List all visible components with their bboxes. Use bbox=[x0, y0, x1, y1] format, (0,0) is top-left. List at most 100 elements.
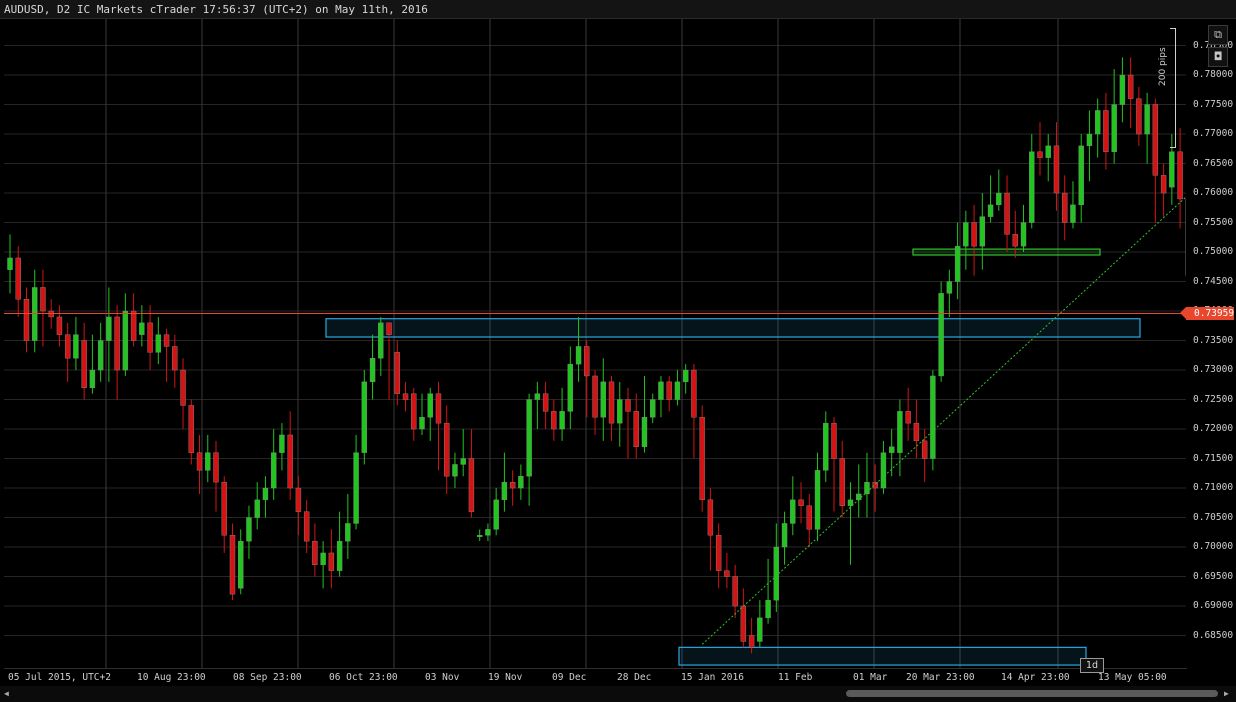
price-tick-label: 0.76500 bbox=[1193, 157, 1234, 169]
candle-body bbox=[831, 422, 837, 459]
bull-candle bbox=[122, 293, 129, 376]
candle-body bbox=[542, 393, 549, 412]
candle-body bbox=[7, 257, 13, 270]
bull-candle bbox=[526, 393, 532, 506]
bear-candle bbox=[15, 246, 21, 317]
bull-candle bbox=[979, 193, 986, 270]
camera-icon[interactable]: ◘ bbox=[1208, 47, 1228, 67]
price-chart[interactable] bbox=[4, 19, 1186, 668]
bull-candle bbox=[7, 234, 13, 294]
candle-body bbox=[1177, 151, 1183, 200]
bull-candle bbox=[501, 452, 508, 512]
candle-body bbox=[798, 499, 804, 506]
price-tick-label: 0.73500 bbox=[1193, 334, 1234, 346]
bull-candle bbox=[361, 370, 368, 465]
bull-candle bbox=[279, 423, 285, 471]
bear-candle bbox=[303, 499, 310, 553]
timeframe-badge[interactable]: 1d bbox=[1080, 658, 1104, 673]
candle-body bbox=[188, 405, 194, 453]
candle-body bbox=[213, 452, 219, 483]
candle-body bbox=[444, 422, 450, 477]
price-tick-label: 0.71500 bbox=[1193, 452, 1234, 464]
candle-body bbox=[674, 381, 681, 400]
time-tick-label: 09 Dec bbox=[552, 672, 587, 683]
time-tick-label: 05 Jul 2015, UTC+2 bbox=[8, 672, 111, 683]
time-tick-label: 10 Aug 23:00 bbox=[137, 672, 206, 683]
bull-candle bbox=[567, 346, 574, 430]
candle-body bbox=[1094, 110, 1101, 135]
bear-candle bbox=[608, 375, 615, 441]
bear-candle bbox=[172, 334, 178, 388]
candle-body bbox=[1053, 145, 1060, 194]
bear-candle bbox=[147, 305, 153, 371]
time-tick-label: 08 Sep 23:00 bbox=[233, 672, 302, 683]
candle-body bbox=[757, 617, 763, 642]
candle-body bbox=[1127, 74, 1134, 99]
candle-body bbox=[361, 381, 368, 453]
scroll-left-icon[interactable]: ◀ bbox=[4, 689, 9, 698]
bull-candle bbox=[641, 375, 648, 453]
candle-body bbox=[633, 411, 639, 447]
candle-body bbox=[930, 375, 936, 459]
candle-body bbox=[501, 481, 508, 501]
candle-body bbox=[320, 552, 326, 565]
candle-body bbox=[139, 322, 145, 335]
bear-candle bbox=[971, 204, 977, 276]
bull-candle bbox=[262, 476, 269, 518]
bull-candle bbox=[946, 269, 953, 317]
candle-body bbox=[575, 346, 582, 365]
bull-candle bbox=[1020, 204, 1027, 253]
detach-window-icon[interactable]: ⧉ bbox=[1208, 25, 1228, 45]
candle-body bbox=[48, 310, 54, 318]
bull-candle bbox=[1144, 92, 1150, 164]
candle-body bbox=[971, 222, 977, 247]
candle-body bbox=[64, 334, 71, 359]
candle-body bbox=[921, 440, 928, 459]
candle-body bbox=[312, 540, 318, 565]
candle-body bbox=[617, 399, 623, 424]
bull-candle bbox=[617, 381, 623, 447]
bear-candle bbox=[724, 552, 730, 589]
candle-body bbox=[509, 481, 516, 489]
bear-candle bbox=[740, 588, 747, 648]
bear-candle bbox=[64, 322, 71, 382]
bull-candle bbox=[1070, 181, 1076, 229]
candle-body bbox=[1037, 151, 1043, 158]
candle-body bbox=[196, 452, 203, 471]
scrollbar-thumb[interactable] bbox=[846, 690, 1218, 697]
candle-body bbox=[592, 375, 598, 418]
candle-body bbox=[608, 381, 615, 424]
price-tick-label: 0.70000 bbox=[1193, 541, 1234, 553]
bull-candle bbox=[1111, 69, 1117, 164]
bull-candle bbox=[954, 222, 961, 300]
price-tick-label: 0.72000 bbox=[1193, 423, 1234, 435]
bear-candle bbox=[905, 387, 911, 441]
bull-candle bbox=[600, 358, 606, 441]
bull-candle bbox=[1078, 134, 1084, 223]
scroll-right-icon[interactable]: ▶ bbox=[1224, 689, 1229, 698]
candle-body bbox=[1136, 98, 1142, 135]
candle-body bbox=[938, 293, 944, 377]
candle-body bbox=[130, 310, 137, 341]
candle-body bbox=[534, 393, 541, 400]
bear-candle bbox=[699, 405, 705, 512]
candle-body bbox=[468, 458, 475, 512]
neckline-zone bbox=[912, 248, 1101, 256]
bear-candle bbox=[666, 375, 672, 412]
price-axis[interactable]: 0.68500 0.69000 0.69500 0.70000 0.70500 0.710… bbox=[1186, 19, 1236, 668]
horizontal-scrollbar[interactable]: ◀ ▶ bbox=[0, 686, 1236, 702]
bull-candle bbox=[476, 529, 483, 542]
candle-body bbox=[963, 222, 969, 247]
candle-body bbox=[205, 452, 211, 471]
candle-body bbox=[658, 381, 664, 400]
candle-body bbox=[806, 505, 812, 530]
chart-area[interactable] bbox=[4, 19, 1187, 669]
bull-candle bbox=[89, 334, 96, 394]
time-axis[interactable]: 05 Jul 2015, UTC+2 10 Aug 23:00 08 Sep 23:… bbox=[0, 668, 1186, 686]
candle-body bbox=[435, 393, 442, 424]
price-tick-label: 0.70500 bbox=[1193, 511, 1234, 523]
candle-body bbox=[15, 257, 21, 300]
bear-candle bbox=[1152, 98, 1159, 223]
bull-candle bbox=[790, 476, 796, 536]
bull-candle bbox=[254, 482, 260, 530]
